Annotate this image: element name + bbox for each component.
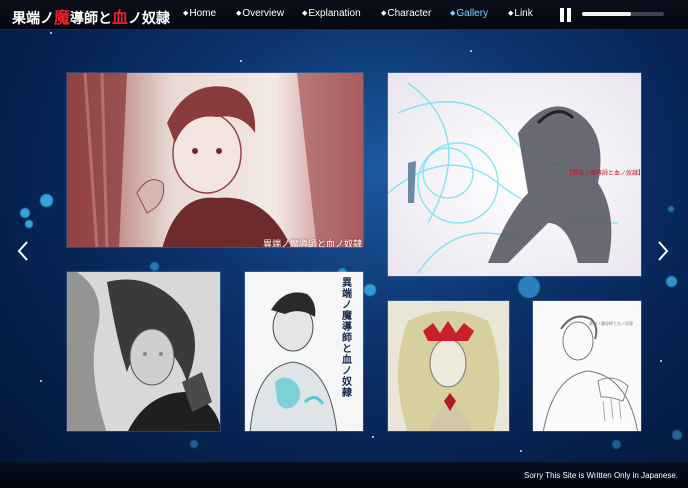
nav-label: Character bbox=[387, 8, 432, 19]
diamond-icon: ◆ bbox=[302, 10, 308, 17]
bokeh-dot bbox=[672, 430, 682, 440]
pause-icon bbox=[567, 8, 571, 22]
image-caption: 異端ノ魔導師と血ノ奴隷 bbox=[589, 321, 633, 326]
nav-label: Gallery bbox=[456, 8, 489, 19]
bokeh-dot bbox=[364, 284, 376, 296]
volume-slider[interactable] bbox=[582, 12, 664, 16]
sparkle bbox=[40, 380, 42, 382]
chevron-right-icon bbox=[658, 241, 669, 261]
diamond-icon: ◆ bbox=[450, 10, 456, 17]
bokeh-dot bbox=[40, 194, 53, 207]
nav-gallery[interactable]: ◆Gallery bbox=[450, 8, 488, 19]
image-caption-vertical: 異端ノ魔導師と血ノ奴隷 bbox=[342, 278, 352, 399]
site-header: 果端ノ魔導師と血ノ奴隷 ◆Home ◆Overview ◆Explanation… bbox=[0, 0, 688, 30]
language-notice: Sorry This Site is Written Only in Japan… bbox=[524, 471, 678, 480]
bokeh-dot bbox=[190, 440, 198, 448]
nav-label: Link bbox=[514, 8, 533, 19]
image-caption: 異端ノ魔導師と血ノ奴隷 bbox=[263, 240, 363, 248]
diamond-icon: ◆ bbox=[508, 10, 514, 17]
nav-label: Home bbox=[189, 8, 217, 19]
pause-button[interactable] bbox=[560, 8, 572, 22]
bokeh-dot bbox=[150, 262, 159, 271]
gallery-image-3[interactable] bbox=[66, 271, 221, 432]
gallery-image-1[interactable]: 異端ノ魔導師と血ノ奴隷 bbox=[66, 72, 364, 248]
site-footer: Sorry This Site is Written Only in Japan… bbox=[0, 462, 688, 488]
gallery-image-5[interactable] bbox=[387, 300, 510, 432]
sparkle bbox=[520, 450, 522, 452]
nav-label: Explanation bbox=[308, 8, 361, 19]
bokeh-dot bbox=[668, 206, 674, 212]
nav-character[interactable]: ◆Character bbox=[381, 8, 431, 19]
illustration-elf-crown bbox=[388, 301, 509, 431]
illustration-red-portrait bbox=[67, 73, 363, 247]
bokeh-dot bbox=[20, 208, 30, 218]
sparkle bbox=[240, 60, 242, 62]
sparkle bbox=[50, 32, 52, 34]
next-arrow-button[interactable] bbox=[656, 240, 670, 262]
volume-slider-fill bbox=[582, 12, 632, 16]
prev-arrow-button[interactable] bbox=[16, 240, 30, 262]
gallery-image-2[interactable]: 【異端ノ魔導師と血ノ奴隷】 bbox=[387, 72, 642, 277]
gallery-image-4[interactable]: 異端ノ魔導師と血ノ奴隷 bbox=[244, 271, 364, 432]
nav-explanation[interactable]: ◆Explanation bbox=[302, 8, 361, 19]
sparkle bbox=[470, 50, 472, 52]
chevron-left-icon bbox=[17, 241, 28, 261]
pause-icon bbox=[560, 8, 564, 22]
nav-label: Overview bbox=[242, 8, 285, 19]
diamond-icon: ◆ bbox=[183, 10, 189, 17]
diamond-icon: ◆ bbox=[381, 10, 387, 17]
bokeh-dot bbox=[666, 276, 677, 287]
gallery-image-6[interactable]: 異端ノ魔導師と血ノ奴隷 bbox=[532, 300, 642, 432]
nav-home[interactable]: ◆Home bbox=[183, 8, 216, 19]
nav-overview[interactable]: ◆Overview bbox=[236, 8, 284, 19]
nav-link[interactable]: ◆Link bbox=[508, 8, 533, 19]
image-caption: 【異端ノ魔導師と血ノ奴隷】 bbox=[566, 170, 642, 177]
sparkle bbox=[372, 436, 374, 438]
diamond-icon: ◆ bbox=[236, 10, 242, 17]
bokeh-dot bbox=[25, 220, 33, 228]
bokeh-dot bbox=[612, 440, 621, 449]
sparkle bbox=[660, 360, 662, 362]
illustration-grayscale-man bbox=[67, 272, 220, 431]
bokeh-dot bbox=[518, 276, 540, 298]
